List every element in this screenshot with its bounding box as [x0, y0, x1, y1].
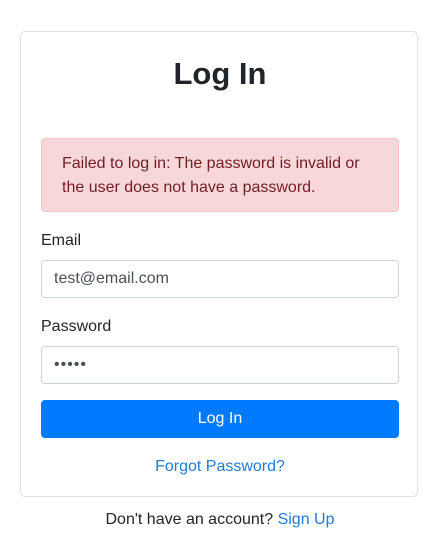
forgot-password-link[interactable]: Forgot Password? — [155, 458, 285, 475]
signup-prompt: Don't have an account? Sign Up — [0, 510, 440, 530]
password-field[interactable]: ••••• — [41, 346, 399, 384]
email-field[interactable] — [41, 260, 399, 298]
password-label: Password — [41, 318, 112, 335]
login-button[interactable]: Log In — [41, 400, 399, 438]
signup-link[interactable]: Sign Up — [278, 511, 335, 528]
error-alert: Failed to log in: The password is invali… — [41, 138, 399, 212]
email-label: Email — [41, 232, 82, 249]
signup-prompt-text: Don't have an account? — [105, 511, 274, 528]
page-title: Log In — [173, 56, 267, 91]
forgot-password-row: Forgot Password? — [0, 457, 440, 477]
